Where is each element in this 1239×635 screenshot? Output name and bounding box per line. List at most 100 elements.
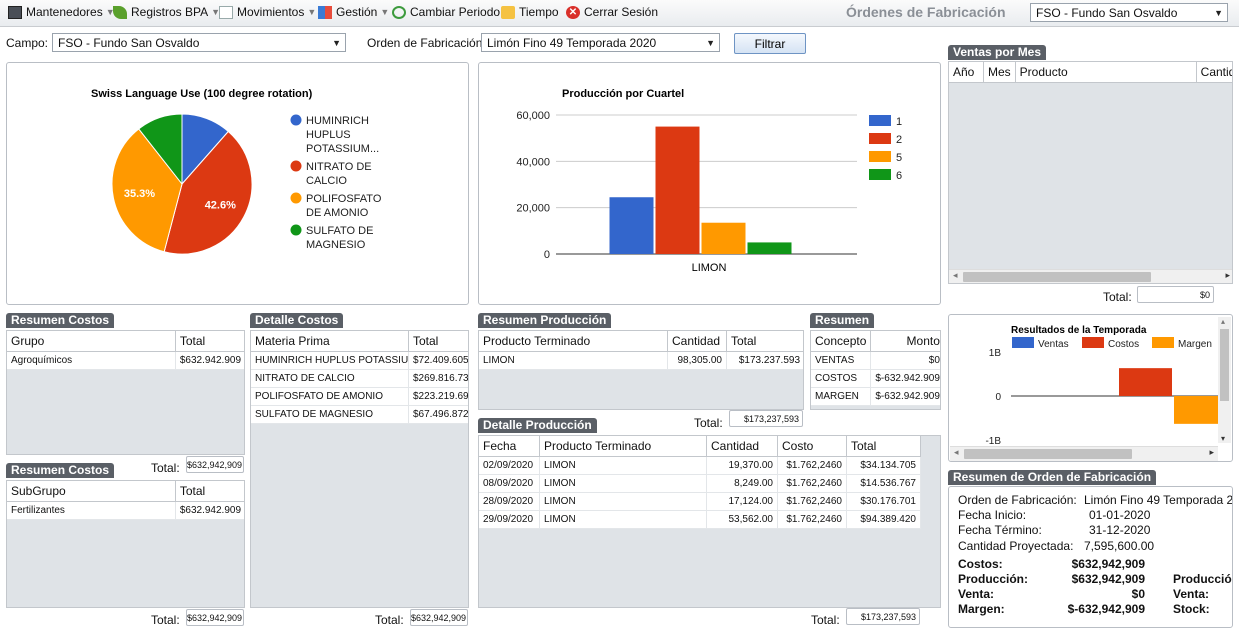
detalle-costos-title: Detalle Costos [250,313,344,328]
table-cell: 98,305.00 [667,351,727,370]
costos-value: $632,942,909 [1071,557,1145,571]
menu-movimientos[interactable]: Movimientos ▼ [219,5,316,19]
table-icon [8,5,22,19]
legend-dot [290,160,302,172]
bar-chart-title: Producción por Cuartel [562,88,684,100]
fundo-select[interactable]: FSO - Fundo San Osvaldo ▼ [1030,3,1228,22]
column-header[interactable]: Cantidad [667,331,727,352]
orden-label: Orden de Fabricación: [958,493,1077,507]
column-header[interactable]: Mes [983,62,1016,83]
column-header[interactable]: Fecha [479,436,540,457]
column-header[interactable]: Total [408,331,468,352]
table-row[interactable]: MARGEN $-632.942.909 [811,387,940,406]
table-cell: $1.762,2460 [777,474,847,493]
legend-swatch [1012,337,1034,348]
menu-registros-bpa[interactable]: Registros BPA ▼ [113,5,220,19]
column-header[interactable]: Producto Terminado [539,436,707,457]
horizontal-scrollbar[interactable]: ◂ ▸ [950,446,1218,461]
menu-cambiar-periodo[interactable]: Cambiar Periodo [392,5,500,19]
total-label: Total: [151,461,180,475]
table-row[interactable]: 02/09/2020 LIMON 19,370.00 $1.762,2460 $34.1… [479,456,921,475]
table-cell: 28/09/2020 [479,492,540,511]
column-header[interactable]: Producto [1015,62,1197,83]
scroll-right-icon[interactable]: ▸ [1209,447,1214,458]
bar[interactable] [655,126,700,254]
menu-cerrar-sesion[interactable]: ✕ Cerrar Sesión [566,5,658,19]
column-header[interactable]: Cantidad [1196,62,1232,83]
column-header[interactable]: Total [175,331,244,352]
column-header[interactable]: Grupo [7,331,176,352]
resultados-chart: Resultados de la Temporada Ventas Costos M… [985,325,1219,447]
table-row[interactable]: HUMINRICH HUPLUS POTASSIUM HU$72.409.605 [251,351,468,370]
scrollbar-thumb[interactable] [964,449,1132,459]
venta-label: Venta: [958,587,995,601]
table-cell: $632.942.909 [175,501,244,520]
leaf-icon [113,5,127,19]
menu-tiempo[interactable]: Tiempo [501,5,559,19]
scrollbar-thumb[interactable] [963,272,1151,282]
bar[interactable] [701,222,746,254]
table-cell: LIMON [539,492,707,511]
column-header[interactable]: Concepto [811,331,872,352]
legend-swatch [1082,337,1104,348]
ventas-grid: Año Mes Producto Cantidad ◂ ▸ [948,61,1233,284]
column-header[interactable]: Total [846,436,921,457]
table-row[interactable]: 29/09/2020 LIMON 53,562.00 $1.762,2460 $94.3… [479,510,921,529]
scrollbar-thumb[interactable] [1220,329,1229,401]
table-row[interactable]: NITRATO DE CALCIO $269.816.736 [251,369,468,388]
legend-label: Ventas [1038,339,1069,350]
proyectada-label: Cantidad Proyectada: [958,539,1074,553]
column-header[interactable]: Total [175,481,244,502]
bar[interactable] [609,197,654,254]
table-cell: $173.237.593 [726,351,803,370]
venta-value: $0 [1131,587,1145,601]
scroll-left-icon[interactable]: ◂ [953,270,958,281]
column-header[interactable]: Monto [870,331,940,352]
column-header[interactable]: Producto Terminado [479,331,668,352]
fundo-select-value: FSO - Fundo San Osvaldo [1036,6,1178,20]
scroll-right-icon[interactable]: ▸ [1225,270,1230,281]
table-row[interactable]: Fertilizantes $632.942.909 [7,501,244,520]
campo-select[interactable]: FSO - Fundo San Osvaldo ▼ [52,33,346,52]
header-row: Fecha Producto Terminado Cantidad Costo … [479,436,921,457]
pie-chart: Swiss Language Use (100 degree rotation)… [91,88,382,255]
horizontal-scrollbar[interactable]: ◂ ▸ [949,269,1232,283]
table-row[interactable]: COSTOS $-632.942.909 [811,369,940,388]
chevron-down-icon: ▼ [380,7,390,17]
orden-select[interactable]: Limón Fino 49 Temporada 2020 ▼ [481,33,720,52]
table-row[interactable]: 28/09/2020 LIMON 17,124.00 $1.762,2460 $30.1… [479,492,921,511]
legend-dot [290,224,302,236]
column-header[interactable]: SubGrupo [7,481,176,502]
column-header[interactable]: Año [949,62,984,83]
table-row[interactable]: SULFATO DE MAGNESIO $67.496.872 [251,405,468,424]
close-circle-icon: ✕ [566,5,580,19]
pie-chart-title: Swiss Language Use (100 degree rotation) [91,88,313,100]
scroll-down-icon[interactable]: ▾ [1221,434,1225,443]
table-row[interactable]: POLIFOSFATO DE AMONIO $223.219.697 [251,387,468,406]
filtrar-button[interactable]: Filtrar [734,33,806,54]
bar[interactable] [747,242,792,254]
scroll-left-icon[interactable]: ◂ [954,447,959,458]
table-cell: $1.762,2460 [777,510,847,529]
table-cell: Agroquímicos [7,351,176,370]
table-row[interactable]: LIMON 98,305.00 $173.237.593 [479,351,803,370]
table-row[interactable]: 08/09/2020 LIMON 8,249.00 $1.762,2460 $14.53… [479,474,921,493]
menu-gestion[interactable]: Gestión ▼ [318,5,389,19]
column-header[interactable]: Total [726,331,803,352]
bar[interactable] [1119,368,1172,396]
vertical-scrollbar[interactable]: ▴ ▾ [1218,317,1231,443]
scroll-up-icon[interactable]: ▴ [1221,317,1225,326]
column-header[interactable]: Costo [777,436,847,457]
menu-mantenedores[interactable]: Mantenedores ▼ [8,5,115,19]
table-row[interactable]: VENTAS $0 [811,351,940,370]
produccion-label: Producción: [958,572,1029,586]
inicio-label: Fecha Inicio: [958,508,1027,522]
resumen-produccion-title: Resumen Producción [478,313,612,328]
column-header[interactable]: Cantidad [706,436,778,457]
table-cell: NITRATO DE CALCIO [251,369,409,388]
bar[interactable] [1174,396,1219,424]
table-row[interactable]: Agroquímicos $632.942.909 [7,351,244,370]
y-tick-label: 0 [544,249,550,261]
column-header[interactable]: Materia Prima [251,331,409,352]
total-value: $632,942,909 [186,609,244,626]
